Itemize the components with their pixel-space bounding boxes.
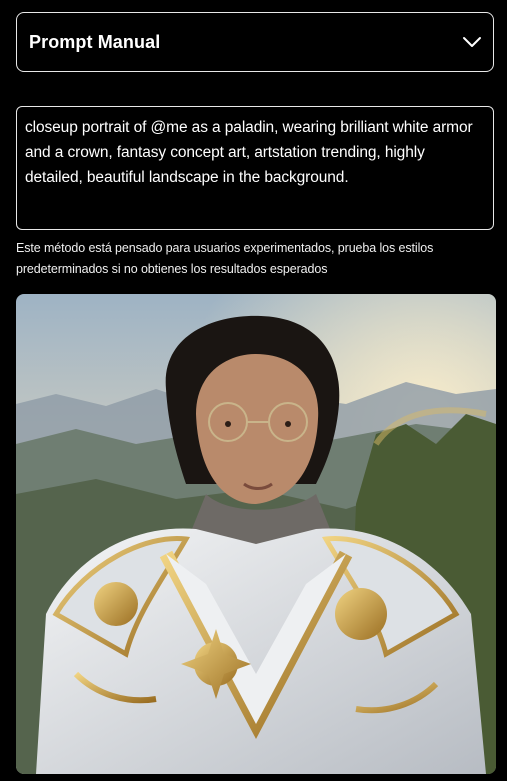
generated-image[interactable] bbox=[16, 294, 496, 774]
chevron-down-icon[interactable] bbox=[462, 36, 482, 48]
prompt-text: closeup portrait of @me as a paladin, we… bbox=[25, 119, 473, 186]
dropdown-label: Prompt Manual bbox=[29, 31, 161, 52]
prompt-mode-dropdown[interactable]: Prompt Manual bbox=[16, 12, 494, 72]
helper-text: Este método está pensado para usuarios e… bbox=[16, 241, 434, 276]
paladin-portrait-image bbox=[16, 294, 496, 774]
prompt-textarea[interactable]: closeup portrait of @me as a paladin, we… bbox=[16, 106, 494, 230]
